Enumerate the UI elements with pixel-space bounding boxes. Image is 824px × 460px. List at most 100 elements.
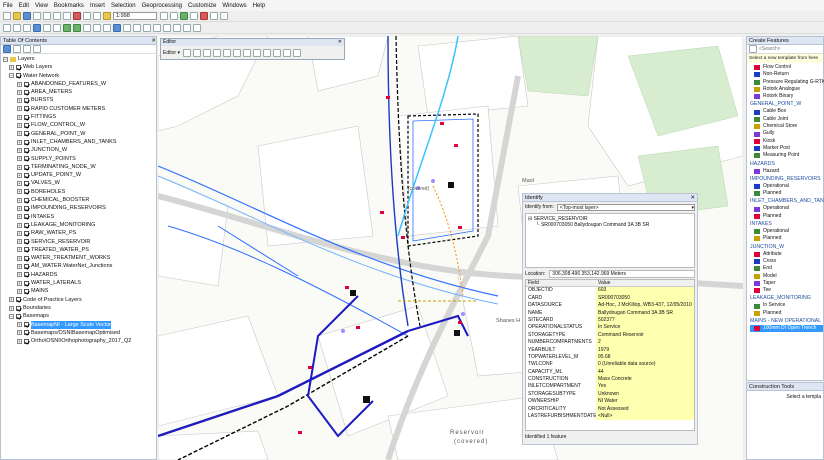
straight-segment-icon[interactable] [202,48,211,57]
edit-vertices-icon[interactable] [222,48,231,57]
template-group-header[interactable]: JUNCTION_W [750,243,823,251]
modelbuilder-icon[interactable] [220,12,228,20]
layer-visibility-checkbox[interactable] [24,288,29,294]
expand-icon[interactable]: + [17,164,22,170]
identify-attribute-row[interactable]: NAME Ballydougan Command 3A 3B SR [526,309,694,317]
layer-visibility-checkbox[interactable] [24,230,29,236]
identify-attribute-row[interactable]: OWNERSHIP NI Water [526,398,694,406]
toc-layer-row[interactable]: + SERVICE_RESERVOIR [3,238,156,246]
identify-attribute-row[interactable]: SITECARD 502377 [526,316,694,325]
toc-layer-row[interactable]: – Basemaps [3,312,156,320]
layer-visibility-checkbox[interactable] [24,172,29,178]
menu-item-edit[interactable]: Edit [19,3,29,9]
search-window-icon[interactable] [190,12,198,20]
identify-attribute-row[interactable]: CONSTRUCTION Mass Concrete [526,376,694,384]
undo-icon[interactable] [83,12,91,20]
attributes-icon[interactable] [272,48,281,57]
layer-visibility-checkbox[interactable] [24,123,29,129]
expand-icon[interactable]: + [17,106,22,112]
layer-visibility-checkbox[interactable] [16,305,21,311]
layer-visibility-checkbox[interactable] [24,197,29,203]
toc-layer-row[interactable]: + BOREHOLES [3,188,156,196]
expand-icon[interactable]: + [17,214,22,220]
template-item[interactable]: Tee [750,287,823,294]
layer-visibility-checkbox[interactable] [16,297,21,303]
create-features-icon[interactable] [292,48,301,57]
expand-icon[interactable]: + [17,189,22,195]
template-item[interactable]: Taper [750,280,823,287]
layer-visibility-checkbox[interactable] [16,64,21,70]
template-item[interactable]: Gully [750,130,823,137]
menu-item-file[interactable]: File [3,3,13,9]
template-item[interactable]: End [750,265,823,272]
toc-layer-row[interactable]: + TREATED_WATER_PS [3,246,156,254]
menu-item-insert[interactable]: Insert [90,3,105,9]
close-icon[interactable]: ✕ [151,37,156,44]
clear-selection-icon[interactable] [93,23,101,32]
identify-attribute-row[interactable]: LASTREFURBISHMENTDATE <Null> [526,413,694,421]
toc-layer-row[interactable]: + AREA_METERS [3,88,156,96]
python-icon[interactable] [210,12,218,20]
template-item[interactable]: Operational [750,228,823,235]
template-item[interactable]: Kiosk [750,138,823,145]
close-icon[interactable]: ✕ [690,194,697,201]
expand-icon[interactable]: + [17,338,22,344]
delete-icon[interactable] [73,12,81,20]
create-viewer-icon[interactable] [193,23,201,32]
expand-icon[interactable]: + [17,181,22,187]
menu-item-customize[interactable]: Customize [188,3,216,9]
expand-icon[interactable]: + [17,123,22,129]
layer-visibility-checkbox[interactable] [24,214,29,220]
template-item[interactable]: Operational [750,183,823,190]
layer-visibility-checkbox[interactable] [24,338,29,344]
layer-visibility-checkbox[interactable] [24,264,29,270]
template-item[interactable]: Hazard [750,168,823,175]
fixed-zoom-in-icon[interactable] [43,23,51,32]
layer-visibility-checkbox[interactable] [24,255,29,261]
template-item[interactable]: Non-Return [750,71,823,78]
toc-layer-row[interactable]: + WATER_LATERALS [3,279,156,287]
layer-visibility-checkbox[interactable] [24,164,29,170]
toc-layer-row[interactable]: + Boundaries [3,304,156,312]
menu-item-view[interactable]: View [35,3,48,9]
template-item[interactable]: Rotork Analogue [750,86,823,93]
expand-icon[interactable]: + [17,222,22,228]
expand-icon[interactable]: + [9,64,14,70]
expand-icon[interactable]: + [17,239,22,245]
expand-icon[interactable]: + [17,156,22,162]
menu-item-help[interactable]: Help [253,3,265,9]
copy-icon[interactable] [53,12,61,20]
add-data-icon[interactable] [103,12,111,20]
open-folder-icon[interactable] [13,12,21,20]
menu-item-selection[interactable]: Selection [111,3,136,9]
toc-layer-row[interactable]: + Web Layers [3,63,156,71]
arctoolbox-icon[interactable] [200,12,208,20]
expand-icon[interactable]: + [17,330,22,336]
identify-attribute-row[interactable]: CARD SR000703050 [526,294,694,303]
zoom-out-icon[interactable] [13,23,21,32]
toc-layer-row[interactable]: + RAPID CUSTOMER METERS [3,105,156,113]
identify-attribute-row[interactable]: TWLCONF 0 (Unreliable data source) [526,361,694,369]
menu-item-geoprocessing[interactable]: Geoprocessing [142,3,182,9]
print-icon[interactable] [33,12,41,20]
layer-visibility-checkbox[interactable] [16,313,21,319]
find-route-icon[interactable] [163,23,171,32]
organize-templates-icon[interactable] [749,45,757,53]
template-group-header[interactable]: INTAKES [750,220,823,228]
toc-layer-row[interactable]: + CHEMICAL_BOOSTER [3,196,156,204]
template-item[interactable]: Rotork Binary [750,93,823,100]
layer-visibility-checkbox[interactable] [16,73,21,79]
measure-icon[interactable] [143,23,151,32]
toc-layer-row[interactable]: + AM_WATER.WaterNet_Junctions [3,262,156,270]
toc-layer-row[interactable]: + Code of Practice Layers [3,296,156,304]
template-item[interactable]: Measuring Point [750,152,823,159]
edit-annotation-icon[interactable] [192,48,201,57]
template-item[interactable]: 100mm DI Open Trench [750,325,823,333]
toc-layer-row[interactable]: + ABANDONED_FEATURES_W [3,80,156,88]
layer-visibility-checkbox[interactable] [24,222,29,228]
toc-layer-row[interactable]: + VALVES_W [3,179,156,187]
template-item[interactable]: Flow Control [750,64,823,71]
expand-icon[interactable]: + [17,288,22,294]
expand-icon[interactable]: + [17,322,22,328]
paste-icon[interactable] [63,12,71,20]
